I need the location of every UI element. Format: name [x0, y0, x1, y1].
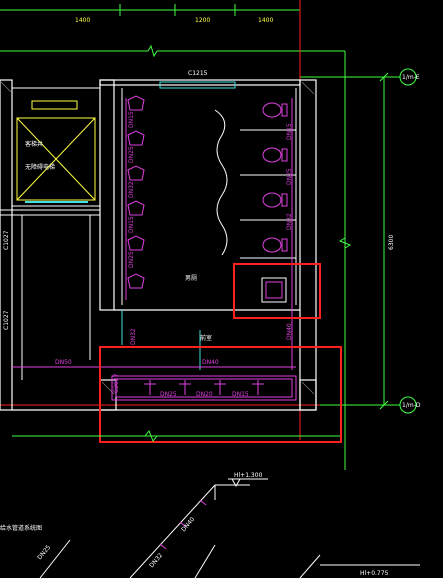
svg-text:DN25: DN25: [128, 146, 135, 163]
elevator-label-1: 客梯井: [25, 140, 43, 148]
svg-text:DN25: DN25: [36, 544, 52, 561]
label-c1027-upper: C1027: [3, 230, 10, 250]
label-dn40-mid: DN40: [202, 359, 219, 366]
label-dn32-left: DN32: [130, 328, 137, 345]
svg-text:DN32: DN32: [148, 552, 164, 569]
svg-text:DN40: DN40: [180, 516, 196, 533]
label-bottom-dn25: DN25: [160, 391, 177, 398]
label-cw2: C2027: [113, 373, 120, 393]
left-corridor: [0, 209, 101, 410]
dim-top-left: 1400: [75, 17, 90, 24]
dim-top-mid: 1200: [195, 17, 210, 24]
svg-text:DN15: DN15: [128, 216, 135, 233]
label-mens-room: 男厕: [185, 275, 197, 282]
dimension-top: [0, 0, 301, 16]
svg-text:DN25: DN25: [128, 251, 135, 268]
annotation-bottom-left: 给水管道系统图: [0, 524, 42, 532]
elevation-lower-text: Hl+0.775: [360, 570, 389, 577]
axis-line-e: [300, 68, 417, 414]
svg-text:DN32: DN32: [286, 213, 293, 230]
cad-drawing: 1400 1200 1400 1/m-E 1/m-D 6300 C1215 客梯…: [0, 0, 421, 578]
dim-right: 6300: [388, 235, 395, 250]
svg-text:DN15: DN15: [286, 123, 293, 140]
label-wash: 前室: [200, 334, 212, 342]
toilet-room: [121, 88, 297, 305]
mop-sink: [261, 277, 287, 303]
svg-text:DN15: DN15: [128, 111, 135, 128]
elevator-label-2: 无障碍电梯: [25, 163, 55, 171]
label-dn50-left: DN50: [55, 359, 72, 366]
label-c1215: C1215: [188, 70, 208, 77]
label-bottom-dn20: DN20: [196, 391, 213, 398]
elevation-upper-text: Hl+1.300: [234, 472, 263, 479]
riser-system: [39, 484, 420, 578]
label-c1027-lower: C1027: [3, 310, 10, 330]
svg-text:DN32: DN32: [128, 181, 135, 198]
axis-label-d: 1/m-D: [402, 402, 421, 409]
label-bottom-dn15: DN15: [232, 391, 249, 398]
svg-text:DN25: DN25: [286, 168, 293, 185]
svg-text:DN40: DN40: [286, 323, 293, 340]
dim-top-right: 1400: [258, 17, 273, 24]
axis-label-e: 1/m-E: [402, 74, 420, 81]
